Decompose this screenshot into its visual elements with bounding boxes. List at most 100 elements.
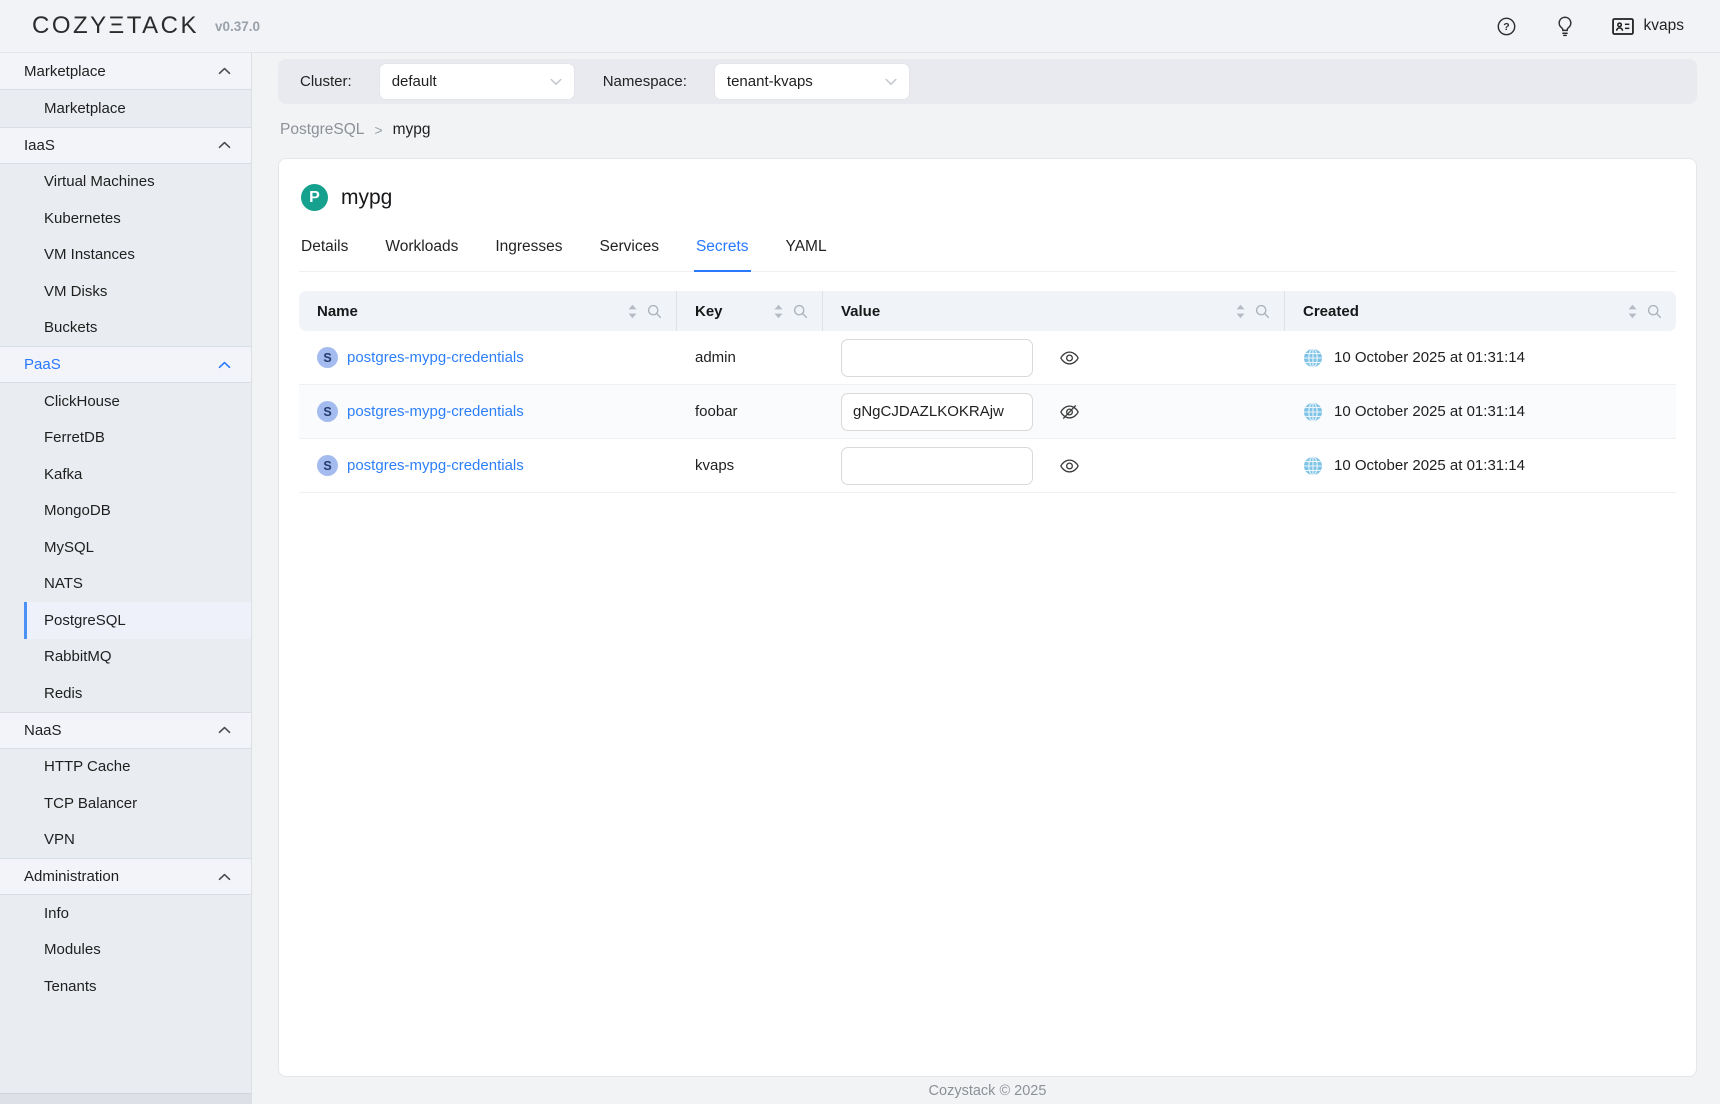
created-timestamp: 10 October 2025 at 01:31:14 [1334, 403, 1525, 420]
secret-value-input[interactable] [841, 393, 1033, 431]
bulb-icon[interactable] [1554, 15, 1576, 37]
sidebar-item-postgresql[interactable]: PostgreSQL [24, 602, 251, 639]
column-header-value: Value [841, 303, 880, 320]
tab-yaml[interactable]: YAML [784, 238, 829, 271]
section-label: Administration [24, 868, 119, 885]
tab-ingresses[interactable]: Ingresses [493, 238, 564, 271]
chevron-up-icon [218, 361, 231, 369]
search-icon[interactable] [1647, 304, 1662, 319]
secret-badge: S [317, 347, 338, 368]
secret-key: admin [695, 349, 736, 366]
sort-icon[interactable] [773, 304, 784, 319]
namespace-select-value: tenant-kvaps [727, 73, 813, 90]
namespace-select[interactable]: tenant-kvaps [714, 63, 910, 100]
sidebar-item-mysql[interactable]: MySQL [24, 529, 251, 566]
tab-details[interactable]: Details [299, 238, 350, 271]
main-content: Cluster: default Namespace: tenant-kvaps… [252, 53, 1720, 1104]
tab-services[interactable]: Services [598, 238, 661, 271]
sidebar-item-redis[interactable]: Redis [24, 675, 251, 712]
column-header-key: Key [695, 303, 723, 320]
namespace-label: Namespace: [603, 73, 687, 90]
globe-icon [1303, 402, 1323, 422]
postgres-avatar: P [301, 184, 328, 211]
sidebar-item-vm-instances[interactable]: VM Instances [24, 237, 251, 274]
secret-value-input[interactable] [841, 339, 1033, 377]
sidebar-item-nats[interactable]: NATS [24, 566, 251, 603]
globe-icon [1303, 348, 1323, 368]
globe-icon [1303, 456, 1323, 476]
column-header-created: Created [1303, 303, 1359, 320]
tab-workloads[interactable]: Workloads [383, 238, 460, 271]
section-label: Marketplace [24, 63, 106, 80]
sort-icon[interactable] [1627, 304, 1638, 319]
breadcrumb-separator: > [374, 122, 382, 138]
table-row: S postgres-mypg-credentials kvaps 10 Oct… [299, 439, 1676, 493]
search-icon[interactable] [647, 304, 662, 319]
top-bar: COZYΞTACK v0.37.0 ? kvaps [0, 0, 1720, 53]
resource-card: P mypg Details Workloads Ingresses Servi… [278, 158, 1697, 1077]
sidebar-item-info[interactable]: Info [24, 895, 251, 932]
created-timestamp: 10 October 2025 at 01:31:14 [1334, 457, 1525, 474]
sidebar-section-administration[interactable]: Administration [0, 858, 251, 895]
breadcrumb-current: mypg [393, 121, 431, 139]
search-icon[interactable] [793, 304, 808, 319]
app-window: COZYΞTACK v0.37.0 ? kvaps Marketplace [0, 0, 1720, 1104]
cozystack-logo[interactable]: COZYΞTACK [32, 12, 199, 40]
sidebar-item-marketplace[interactable]: Marketplace [24, 90, 251, 127]
sidebar-item-kubernetes[interactable]: Kubernetes [24, 200, 251, 237]
secret-name-link[interactable]: postgres-mypg-credentials [347, 349, 524, 366]
tab-secrets[interactable]: Secrets [694, 238, 751, 272]
section-label: IaaS [24, 137, 55, 154]
sidebar-item-ferretdb[interactable]: FerretDB [24, 420, 251, 457]
sidebar-item-virtual-machines[interactable]: Virtual Machines [24, 164, 251, 201]
sidebar-item-buckets[interactable]: Buckets [24, 310, 251, 347]
sort-icon[interactable] [1235, 304, 1246, 319]
search-icon[interactable] [1255, 304, 1270, 319]
secret-value-input[interactable] [841, 447, 1033, 485]
sidebar-item-mongodb[interactable]: MongoDB [24, 493, 251, 530]
sidebar-item-rabbitmq[interactable]: RabbitMQ [24, 639, 251, 676]
sidebar-item-tcp-balancer[interactable]: TCP Balancer [24, 785, 251, 822]
sidebar-item-vm-disks[interactable]: VM Disks [24, 273, 251, 310]
section-label: PaaS [24, 356, 61, 373]
page-title: mypg [341, 186, 392, 210]
help-icon[interactable]: ? [1496, 15, 1518, 37]
sidebar-section-marketplace[interactable]: Marketplace [0, 53, 251, 90]
sidebar-item-clickhouse[interactable]: ClickHouse [24, 383, 251, 420]
secret-badge: S [317, 401, 338, 422]
user-menu[interactable]: kvaps [1612, 15, 1685, 37]
sort-icon[interactable] [627, 304, 638, 319]
resource-header: P mypg [299, 184, 1676, 211]
eye-slash-icon[interactable] [1060, 404, 1079, 420]
sidebar-section-iaas[interactable]: IaaS [0, 127, 251, 164]
context-filter-bar: Cluster: default Namespace: tenant-kvaps [278, 59, 1697, 104]
secret-name-link[interactable]: postgres-mypg-credentials [347, 403, 524, 420]
section-label: NaaS [24, 722, 62, 739]
cluster-select[interactable]: default [379, 63, 575, 100]
created-timestamp: 10 October 2025 at 01:31:14 [1334, 349, 1525, 366]
secret-badge: S [317, 455, 338, 476]
eye-icon[interactable] [1060, 350, 1079, 366]
cluster-label: Cluster: [300, 73, 352, 90]
chevron-down-icon [885, 73, 897, 90]
eye-icon[interactable] [1060, 458, 1079, 474]
table-row: S postgres-mypg-credentials foobar 10 Oc… [299, 385, 1676, 439]
sidebar-item-http-cache[interactable]: HTTP Cache [24, 749, 251, 786]
sidebar-item-tenants[interactable]: Tenants [24, 968, 251, 1005]
breadcrumb: PostgreSQL > mypg [278, 104, 1697, 158]
user-name: kvaps [1644, 17, 1685, 35]
sidebar-item-kafka[interactable]: Kafka [24, 456, 251, 493]
breadcrumb-postgresql[interactable]: PostgreSQL [280, 121, 364, 139]
chevron-up-icon [218, 67, 231, 75]
topbar-actions: ? kvaps [1496, 15, 1685, 37]
sidebar: Marketplace Marketplace IaaS Virtual Mac… [0, 53, 252, 1104]
secret-name-link[interactable]: postgres-mypg-credentials [347, 457, 524, 474]
sidebar-item-vpn[interactable]: VPN [24, 822, 251, 859]
chevron-down-icon [550, 73, 562, 90]
idcard-icon [1612, 15, 1634, 37]
secret-key: foobar [695, 403, 738, 420]
resource-tabs: Details Workloads Ingresses Services Sec… [299, 238, 1676, 272]
sidebar-item-modules[interactable]: Modules [24, 932, 251, 969]
sidebar-section-naas[interactable]: NaaS [0, 712, 251, 749]
sidebar-section-paas[interactable]: PaaS [0, 346, 251, 383]
